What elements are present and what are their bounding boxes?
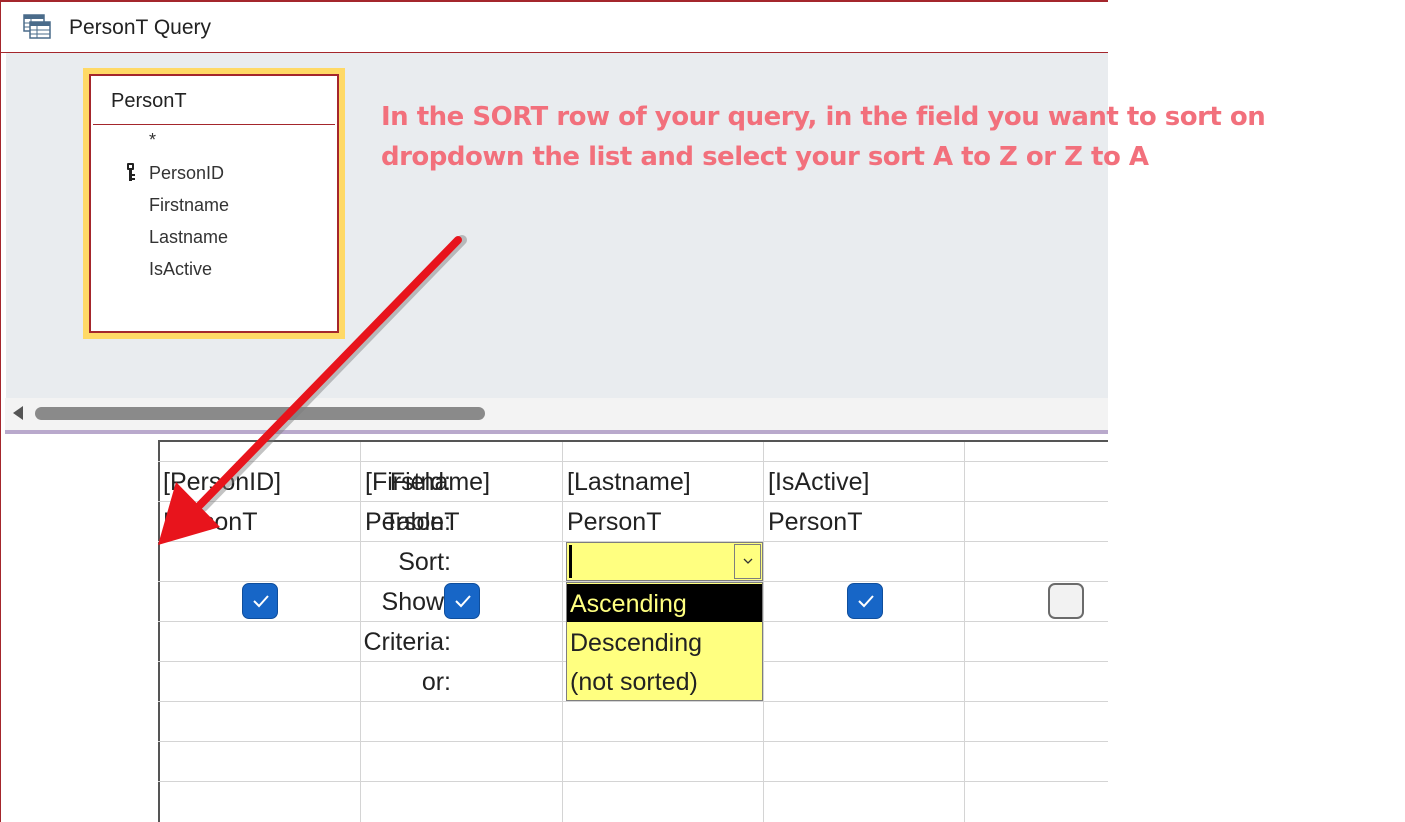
grid-row-line xyxy=(158,501,1108,502)
sort-combo-box-col3[interactable] xyxy=(566,542,763,581)
window-title: PersonT Query xyxy=(69,16,212,39)
horizontal-scrollbar[interactable] xyxy=(5,398,1108,430)
table-field-list[interactable]: PersonT * PersonID Firstname Lastname Is… xyxy=(89,74,339,333)
field-list-item-isactive[interactable]: IsActive xyxy=(149,259,212,280)
sort-option-descending[interactable]: Descending xyxy=(567,623,762,661)
checkmark-icon xyxy=(253,595,269,608)
field-cell-col3[interactable]: [Lastname] xyxy=(567,468,691,497)
grid-row-line xyxy=(158,461,1108,462)
table-cell-col1[interactable]: PersonT xyxy=(163,508,257,537)
table-title-divider xyxy=(93,124,335,125)
table-cell-col4[interactable]: PersonT xyxy=(768,508,862,537)
grid-row-line xyxy=(158,701,1108,702)
field-cell-col1[interactable]: [PersonID] xyxy=(163,468,281,497)
query-icon xyxy=(23,14,51,39)
sort-dropdown-list[interactable]: Ascending Descending (not sorted) xyxy=(566,582,763,701)
show-checkbox-col4[interactable] xyxy=(847,583,883,619)
scroll-left-arrow-icon[interactable] xyxy=(13,406,23,420)
instruction-annotation: In the SORT row of your query, in the fi… xyxy=(381,97,1281,177)
grid-column-line xyxy=(562,442,563,822)
field-list-item-personid[interactable]: PersonID xyxy=(149,163,224,184)
field-list-item-firstname[interactable]: Firstname xyxy=(149,195,229,216)
grid-column-line xyxy=(964,442,965,822)
field-cell-col4[interactable]: [IsActive] xyxy=(768,468,869,497)
sort-option-ascending[interactable]: Ascending xyxy=(567,584,762,622)
field-list-item-lastname[interactable]: Lastname xyxy=(149,227,228,248)
grid-column-line xyxy=(360,442,361,822)
chevron-down-icon xyxy=(743,558,753,564)
show-checkbox-col1[interactable] xyxy=(242,583,278,619)
grid-column-line xyxy=(763,442,764,822)
instruction-line-2: dropdown the list and select your sort A… xyxy=(381,142,1149,172)
grid-row-line xyxy=(158,781,1108,782)
field-cell-col2[interactable]: [Firstname] xyxy=(365,468,490,497)
sort-option-not-sorted[interactable]: (not sorted) xyxy=(567,662,762,700)
instruction-line-1: In the SORT row of your query, in the fi… xyxy=(381,102,1266,132)
table-cell-col2[interactable]: PersonT xyxy=(365,508,459,537)
title-bar: PersonT Query xyxy=(1,2,1108,53)
checkmark-icon xyxy=(455,595,471,608)
table-field-list-title[interactable]: PersonT xyxy=(111,90,187,113)
primary-key-icon xyxy=(127,163,135,181)
table-cell-col3[interactable]: PersonT xyxy=(567,508,661,537)
sort-dropdown-button[interactable] xyxy=(734,544,761,579)
text-cursor xyxy=(569,545,572,578)
field-list-item-all[interactable]: * xyxy=(149,130,156,151)
checkmark-icon xyxy=(858,595,874,608)
scroll-thumb[interactable] xyxy=(35,407,485,420)
grid-row-line xyxy=(158,741,1108,742)
show-checkbox-col2[interactable] xyxy=(444,583,480,619)
show-checkbox-col5[interactable] xyxy=(1048,583,1084,619)
